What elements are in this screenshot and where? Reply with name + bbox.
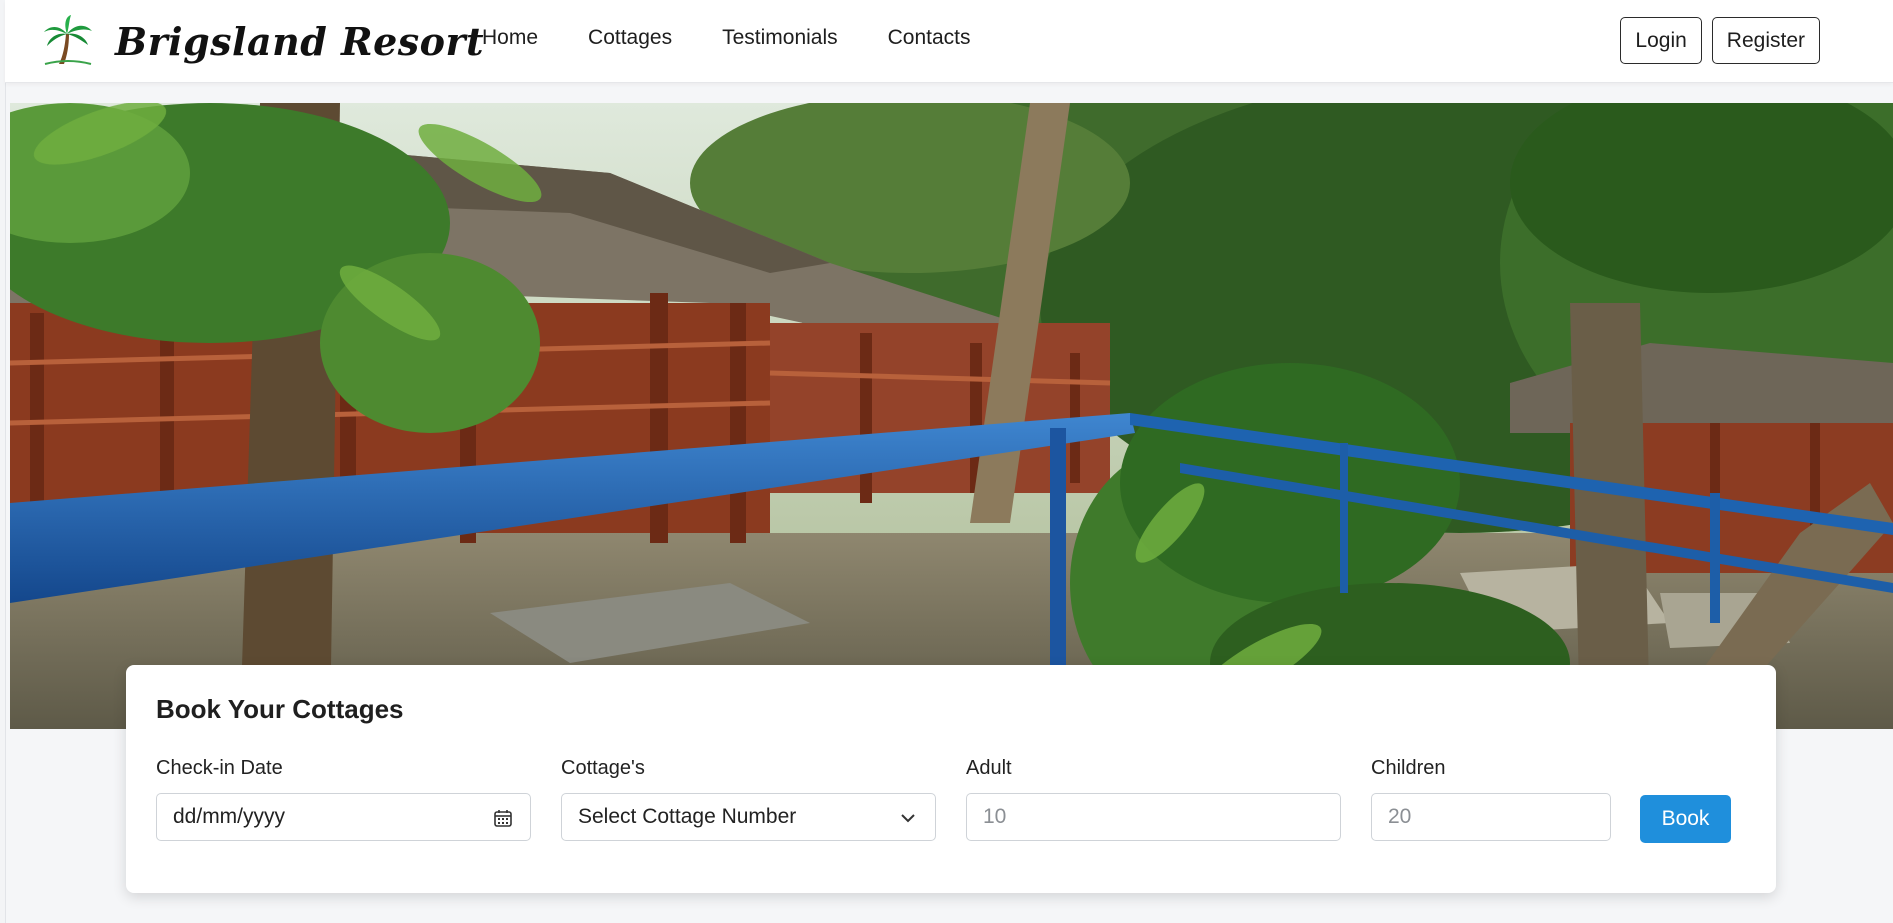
main-nav: Home Cottages Testimonials Contacts [482, 26, 971, 50]
children-label: Children [1371, 757, 1446, 779]
cottage-label: Cottage's [561, 757, 645, 779]
checkin-field: Check-in Date dd/mm/yyyy [156, 757, 531, 841]
children-input[interactable]: 20 [1371, 793, 1611, 841]
cottage-selected: Select Cottage Number [578, 805, 797, 828]
children-placeholder: 20 [1388, 805, 1412, 828]
nav-home[interactable]: Home [482, 26, 538, 50]
book-button[interactable]: Book [1640, 795, 1731, 843]
navbar: Brigsland Resort Home Cottages Testimoni… [5, 0, 1893, 83]
cottage-field: Cottage's Select Cottage Number [561, 757, 936, 841]
resort-cottages-photo [10, 103, 1893, 729]
palm-tree-icon [44, 15, 92, 65]
adult-placeholder: 10 [983, 805, 1007, 828]
adult-label: Adult [966, 757, 1012, 779]
adult-input[interactable]: 10 [966, 793, 1341, 841]
login-button[interactable]: Login [1620, 17, 1702, 64]
register-button[interactable]: Register [1711, 17, 1820, 64]
brand[interactable]: Brigsland Resort [41, 14, 484, 68]
adult-field: Adult 10 [966, 757, 1341, 841]
checkin-value: dd/mm/yyyy [173, 805, 286, 828]
brand-name: Brigsland Resort [115, 18, 485, 64]
booking-title: Book Your Cottages [156, 694, 404, 724]
booking-card: Book Your Cottages Check-in Date dd/mm/y… [126, 665, 1776, 893]
hero-image [10, 103, 1893, 729]
nav-testimonials[interactable]: Testimonials [722, 26, 838, 50]
checkin-date-input[interactable]: dd/mm/yyyy [156, 793, 531, 841]
calendar-icon[interactable] [492, 807, 514, 829]
cottage-select[interactable]: Select Cottage Number [561, 793, 936, 841]
chevron-down-icon [901, 814, 915, 823]
children-field: Children 20 [1371, 757, 1611, 841]
nav-cottages[interactable]: Cottages [588, 26, 672, 50]
auth-buttons: Login Register [1620, 17, 1820, 64]
checkin-label: Check-in Date [156, 757, 283, 779]
nav-contacts[interactable]: Contacts [888, 26, 971, 50]
